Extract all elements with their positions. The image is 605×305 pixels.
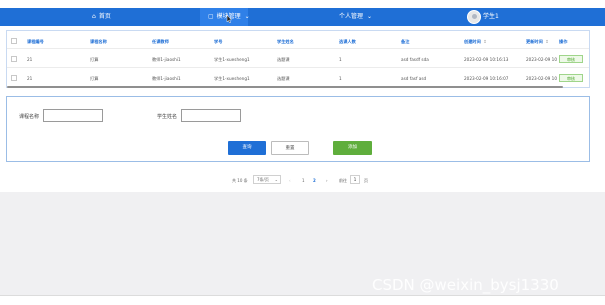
header-create-time[interactable]: 创建时间 ↕ — [464, 39, 487, 45]
pagination-total: 共 10 条 — [232, 178, 248, 183]
page-2-button[interactable]: 2 — [313, 178, 316, 183]
cell-student-name: 选题课 — [277, 57, 290, 62]
row-divider — [7, 67, 589, 68]
cell-student-no: 学生1-xuesheng1 — [214, 57, 250, 62]
bottom-divider — [0, 295, 605, 296]
row-checkbox[interactable] — [11, 56, 17, 62]
header-actions: 操作 — [559, 39, 568, 44]
add-button[interactable]: 添加 — [333, 141, 372, 155]
query-button[interactable]: 查询 — [228, 141, 266, 155]
review-button[interactable]: 审核 — [559, 55, 583, 63]
header-student-no[interactable]: 学号 — [214, 39, 222, 45]
cell-course-name: 打算 — [90, 57, 99, 62]
cell-create-time: 2023-02-09 10:16:13 — [464, 57, 509, 62]
row-divider — [7, 48, 589, 49]
cell-teacher: 教师1-jiaoshi1 — [152, 76, 181, 81]
home-icon: ⌂ — [92, 13, 96, 20]
cell-course-name: 打算 — [90, 76, 99, 81]
cell-enrollment-count: 1 — [339, 76, 342, 81]
nav-personal-management[interactable]: 个人管理 ⌄ — [339, 8, 372, 26]
horizontal-scrollbar[interactable] — [7, 86, 563, 88]
page-size-value: 7条/页 — [257, 177, 269, 182]
cell-update-time: 2023-02-09 10 — [526, 76, 557, 81]
header-course-id[interactable]: 课程编号 — [27, 39, 44, 45]
cell-enrollment-count: 1 — [339, 57, 342, 62]
sort-icon[interactable]: ↕ — [545, 39, 549, 44]
header-teacher[interactable]: 任课教师 — [152, 39, 169, 45]
cursor-icon — [226, 15, 232, 23]
chevron-down-icon: ⌄ — [366, 13, 372, 20]
nav-home[interactable]: ⌂ 首页 — [92, 8, 111, 26]
chevron-down-icon: ⌄ — [274, 177, 278, 182]
reset-button[interactable]: 重置 — [271, 141, 309, 155]
nav-home-label: 首页 — [98, 13, 111, 20]
cell-student-no: 学生1-xuesheng1 — [214, 76, 250, 81]
header-remark[interactable]: 备注 — [401, 39, 409, 45]
watermark: CSDN @weixin_bysj1330 — [372, 276, 559, 294]
goto-page-input[interactable]: 1 — [350, 175, 360, 184]
header-update-time-label: 更新时间 — [526, 39, 543, 44]
header-course-name[interactable]: 课程名称 — [90, 39, 107, 45]
course-name-label: 课程名称 — [19, 114, 40, 120]
course-name-input[interactable] — [43, 109, 103, 122]
goto-label: 前往 — [339, 178, 347, 183]
select-all-checkbox[interactable] — [11, 38, 17, 44]
cell-teacher: 教师1-jiaoshi1 — [152, 57, 181, 62]
top-nav: ⌂首页 ▢模块管理 ⌄ 个人管理 ⌄ 学生1 — [0, 8, 605, 26]
nav-personal-label: 个人管理 — [339, 13, 364, 20]
next-page-button[interactable]: › — [326, 178, 328, 183]
cell-create-time: 2023-02-09 10:16:07 — [464, 76, 509, 81]
cell-update-time: 2023-02-09 10 — [526, 57, 557, 62]
user-name[interactable]: 学生1 — [483, 8, 499, 26]
row-checkbox[interactable] — [11, 75, 17, 81]
student-name-label: 学生姓名 — [157, 114, 178, 120]
cell-student-name: 选题课 — [277, 76, 290, 81]
prev-page-button[interactable]: ‹ — [289, 178, 291, 183]
chevron-down-icon: ⌄ — [244, 13, 250, 20]
avatar[interactable] — [467, 10, 481, 24]
header-create-time-label: 创建时间 — [464, 39, 481, 44]
page-suffix: 页 — [364, 178, 368, 183]
cell-remark: asd fasdf sda — [401, 57, 429, 62]
student-name-input[interactable] — [181, 109, 241, 122]
cell-course-id: 21 — [27, 76, 33, 81]
page-size-select[interactable]: 7条/页 ⌄ — [253, 175, 281, 184]
chat-icon: ▢ — [208, 13, 214, 20]
sort-icon[interactable]: ↕ — [483, 39, 487, 44]
header-enrollment-count[interactable]: 选课人数 — [339, 39, 356, 45]
cell-remark: asd fasf asd — [401, 76, 427, 81]
header-update-time[interactable]: 更新时间 ↕ — [526, 39, 549, 45]
nav-module-management[interactable]: ▢模块管理 ⌄ — [200, 8, 250, 26]
review-button[interactable]: 审核 — [559, 74, 583, 82]
cell-course-id: 21 — [27, 57, 33, 62]
page-1-button[interactable]: 1 — [302, 178, 305, 183]
header-student-name[interactable]: 学生姓名 — [277, 39, 294, 45]
